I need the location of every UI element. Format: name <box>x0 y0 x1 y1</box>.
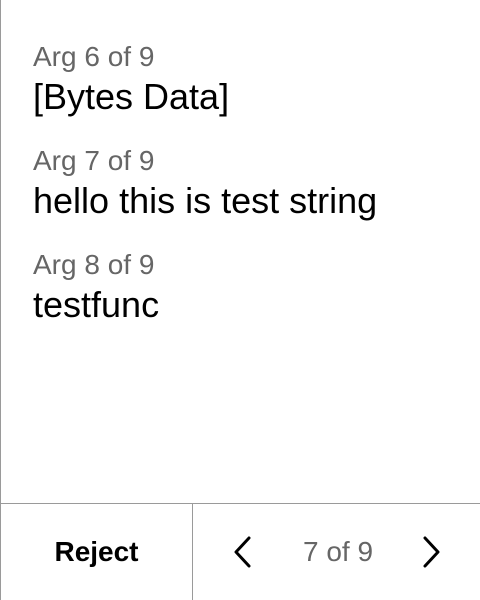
arguments-list: Arg 6 of 9 [Bytes Data] Arg 7 of 9 hello… <box>33 40 468 326</box>
chevron-left-icon <box>234 536 251 568</box>
argument-value: [Bytes Data] <box>33 76 230 117</box>
argument-label: Arg 6 of 9 <box>33 41 155 72</box>
argument-value: hello this is test string <box>33 180 378 221</box>
argument-label: Arg 7 of 9 <box>33 145 155 176</box>
argument-label: Arg 8 of 9 <box>33 249 155 280</box>
argument-item: Arg 8 of 9 testfunc <box>33 248 468 326</box>
footer-bar: Reject 7 of 9 <box>1 503 480 600</box>
argument-item: Arg 7 of 9 hello this is test string <box>33 144 468 222</box>
reject-button[interactable]: Reject <box>1 504 193 600</box>
page-indicator: 7 of 9 <box>302 536 374 567</box>
next-button[interactable] <box>407 528 455 576</box>
argument-item: Arg 6 of 9 [Bytes Data] <box>33 40 468 118</box>
pager: 7 of 9 <box>193 504 480 600</box>
chevron-right-icon <box>423 536 440 568</box>
argument-value: testfunc <box>33 284 160 325</box>
previous-button[interactable] <box>219 528 267 576</box>
arguments-screen: Arg 6 of 9 [Bytes Data] Arg 7 of 9 hello… <box>0 0 480 600</box>
